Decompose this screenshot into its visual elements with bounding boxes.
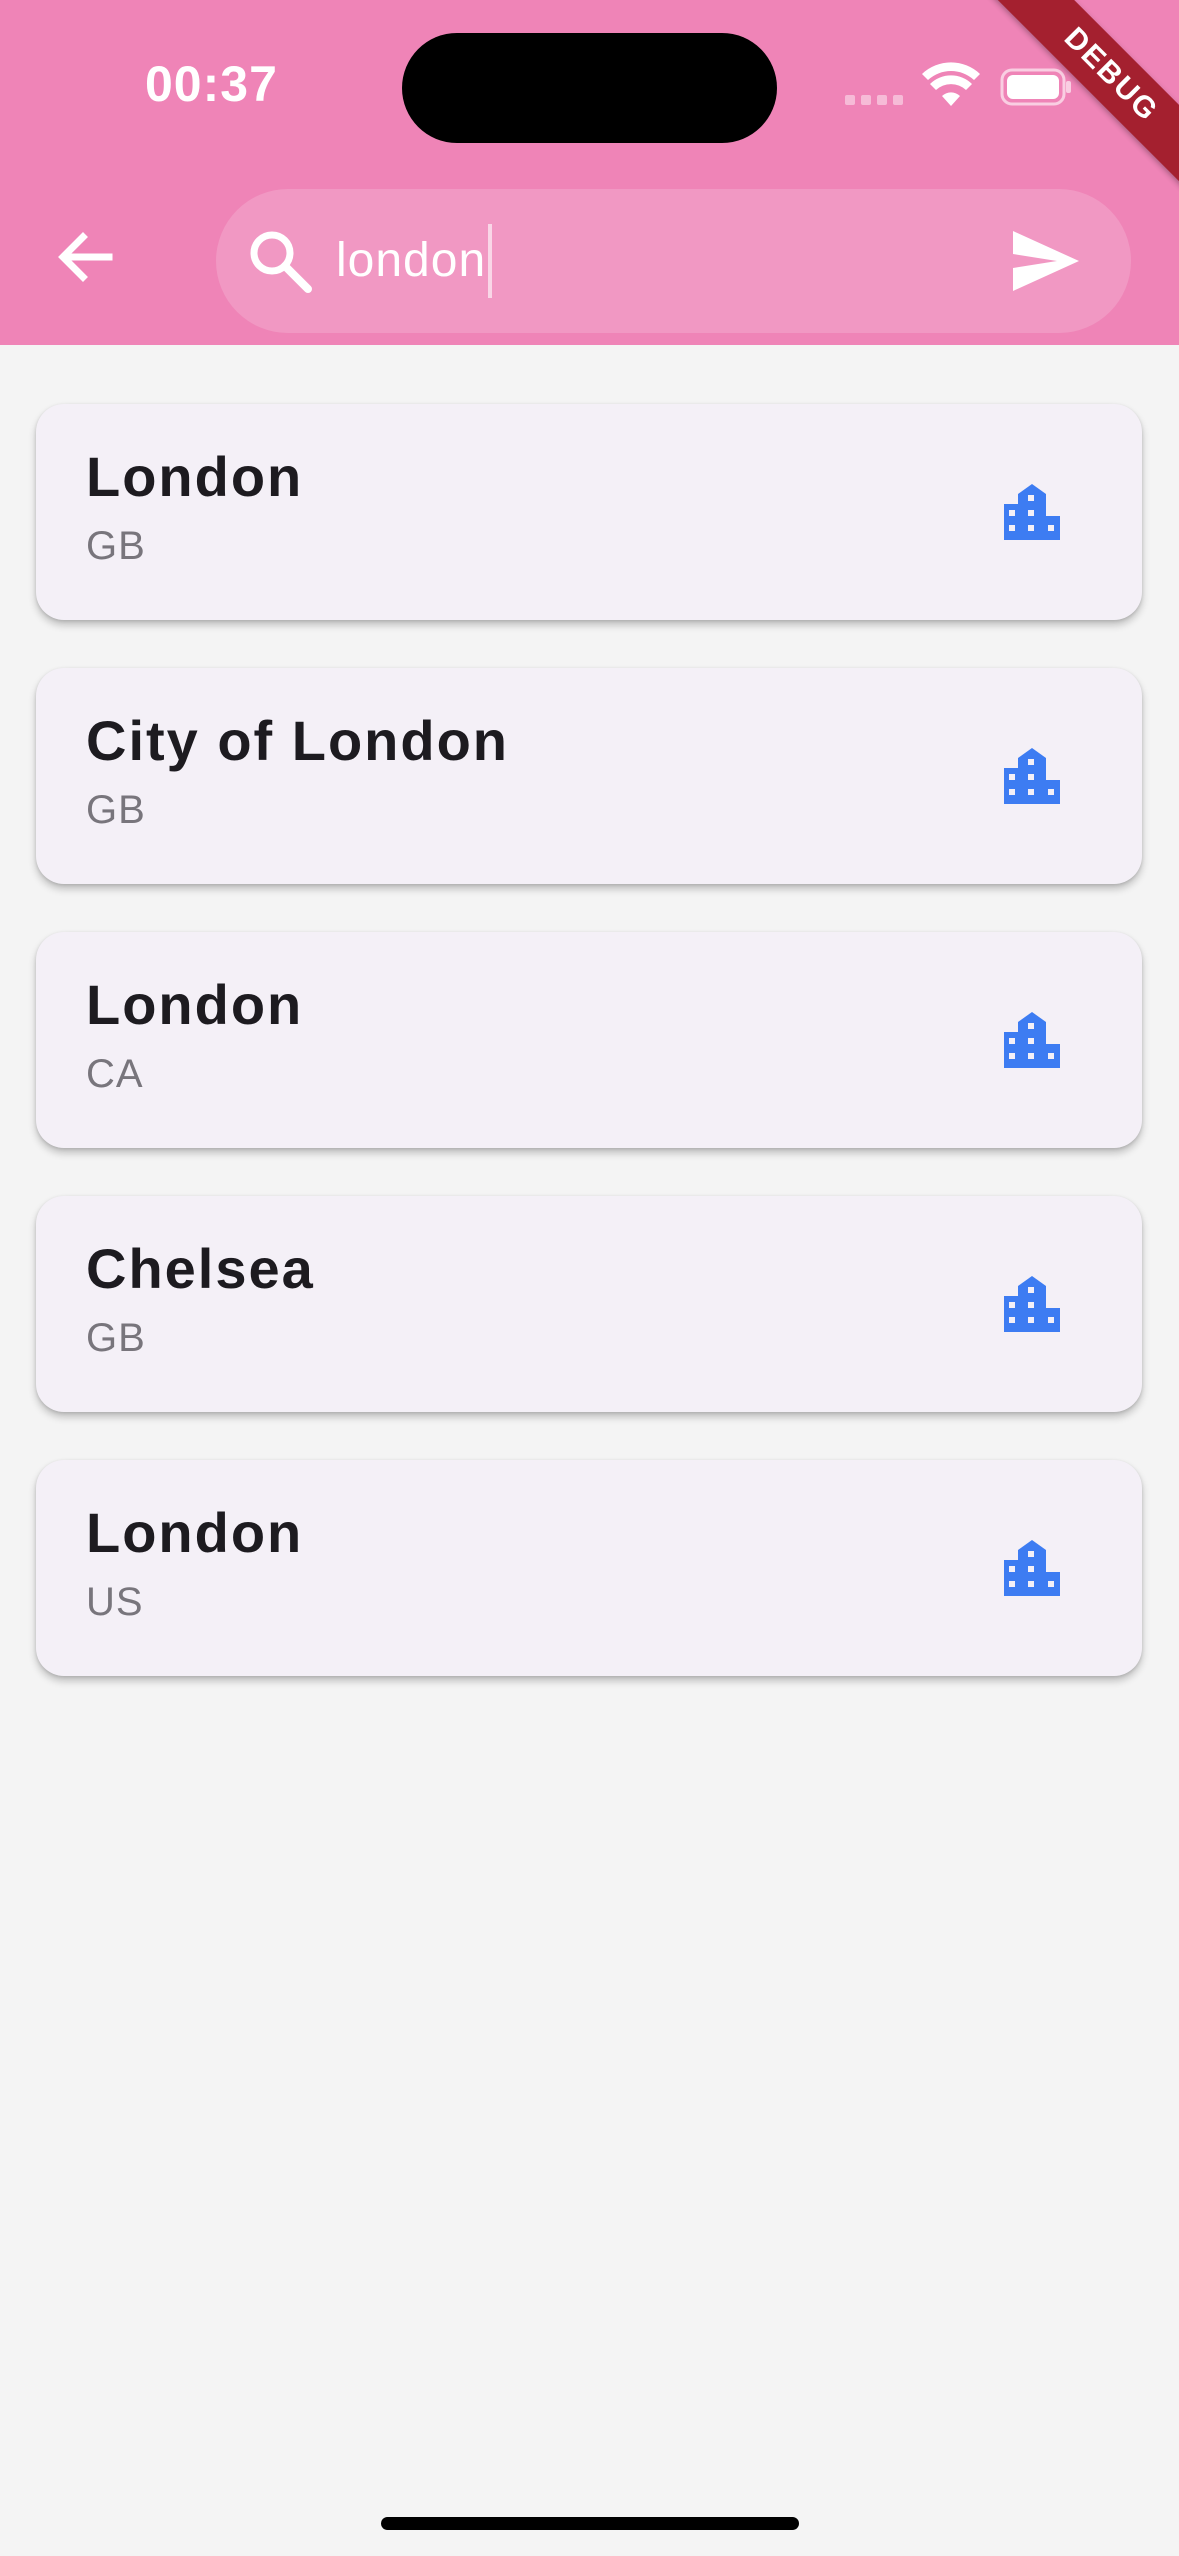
city-name: London — [86, 445, 304, 508]
status-time: 00:37 — [145, 56, 278, 112]
country-code: GB — [86, 524, 146, 568]
city-name: London — [86, 973, 304, 1036]
search-results-list: London GB City of London GB London CA Ch… — [36, 404, 1142, 1724]
text-caret — [488, 224, 493, 298]
location-city-icon — [1004, 1540, 1060, 1596]
result-card[interactable]: London CA — [36, 932, 1142, 1148]
wifi-icon — [922, 62, 980, 106]
country-code: GB — [86, 1316, 146, 1360]
arrow-back-icon — [58, 232, 113, 282]
battery-icon — [1000, 68, 1071, 106]
location-city-icon — [1004, 748, 1060, 804]
app-bar: 00:37 DEBUG london — [0, 0, 1179, 345]
country-code: GB — [86, 788, 146, 832]
result-card[interactable]: Chelsea GB — [36, 1196, 1142, 1412]
back-button[interactable] — [40, 212, 130, 302]
country-code: US — [86, 1580, 144, 1624]
home-indicator[interactable] — [381, 2517, 799, 2530]
result-card[interactable]: London US — [36, 1460, 1142, 1676]
search-query-text: london — [336, 234, 487, 287]
result-card[interactable]: City of London GB — [36, 668, 1142, 884]
send-icon[interactable] — [1009, 227, 1081, 295]
cellular-signal-icon — [845, 95, 903, 105]
location-city-icon — [1004, 484, 1060, 540]
city-name: City of London — [86, 709, 510, 772]
search-icon — [250, 231, 312, 293]
search-input[interactable]: london — [336, 224, 493, 298]
result-card[interactable]: London GB — [36, 404, 1142, 620]
location-city-icon — [1004, 1276, 1060, 1332]
city-name: London — [86, 1501, 304, 1564]
city-name: Chelsea — [86, 1237, 315, 1300]
search-bar[interactable]: london — [216, 189, 1131, 333]
location-city-icon — [1004, 1012, 1060, 1068]
dynamic-island — [402, 33, 777, 143]
country-code: CA — [86, 1052, 144, 1096]
